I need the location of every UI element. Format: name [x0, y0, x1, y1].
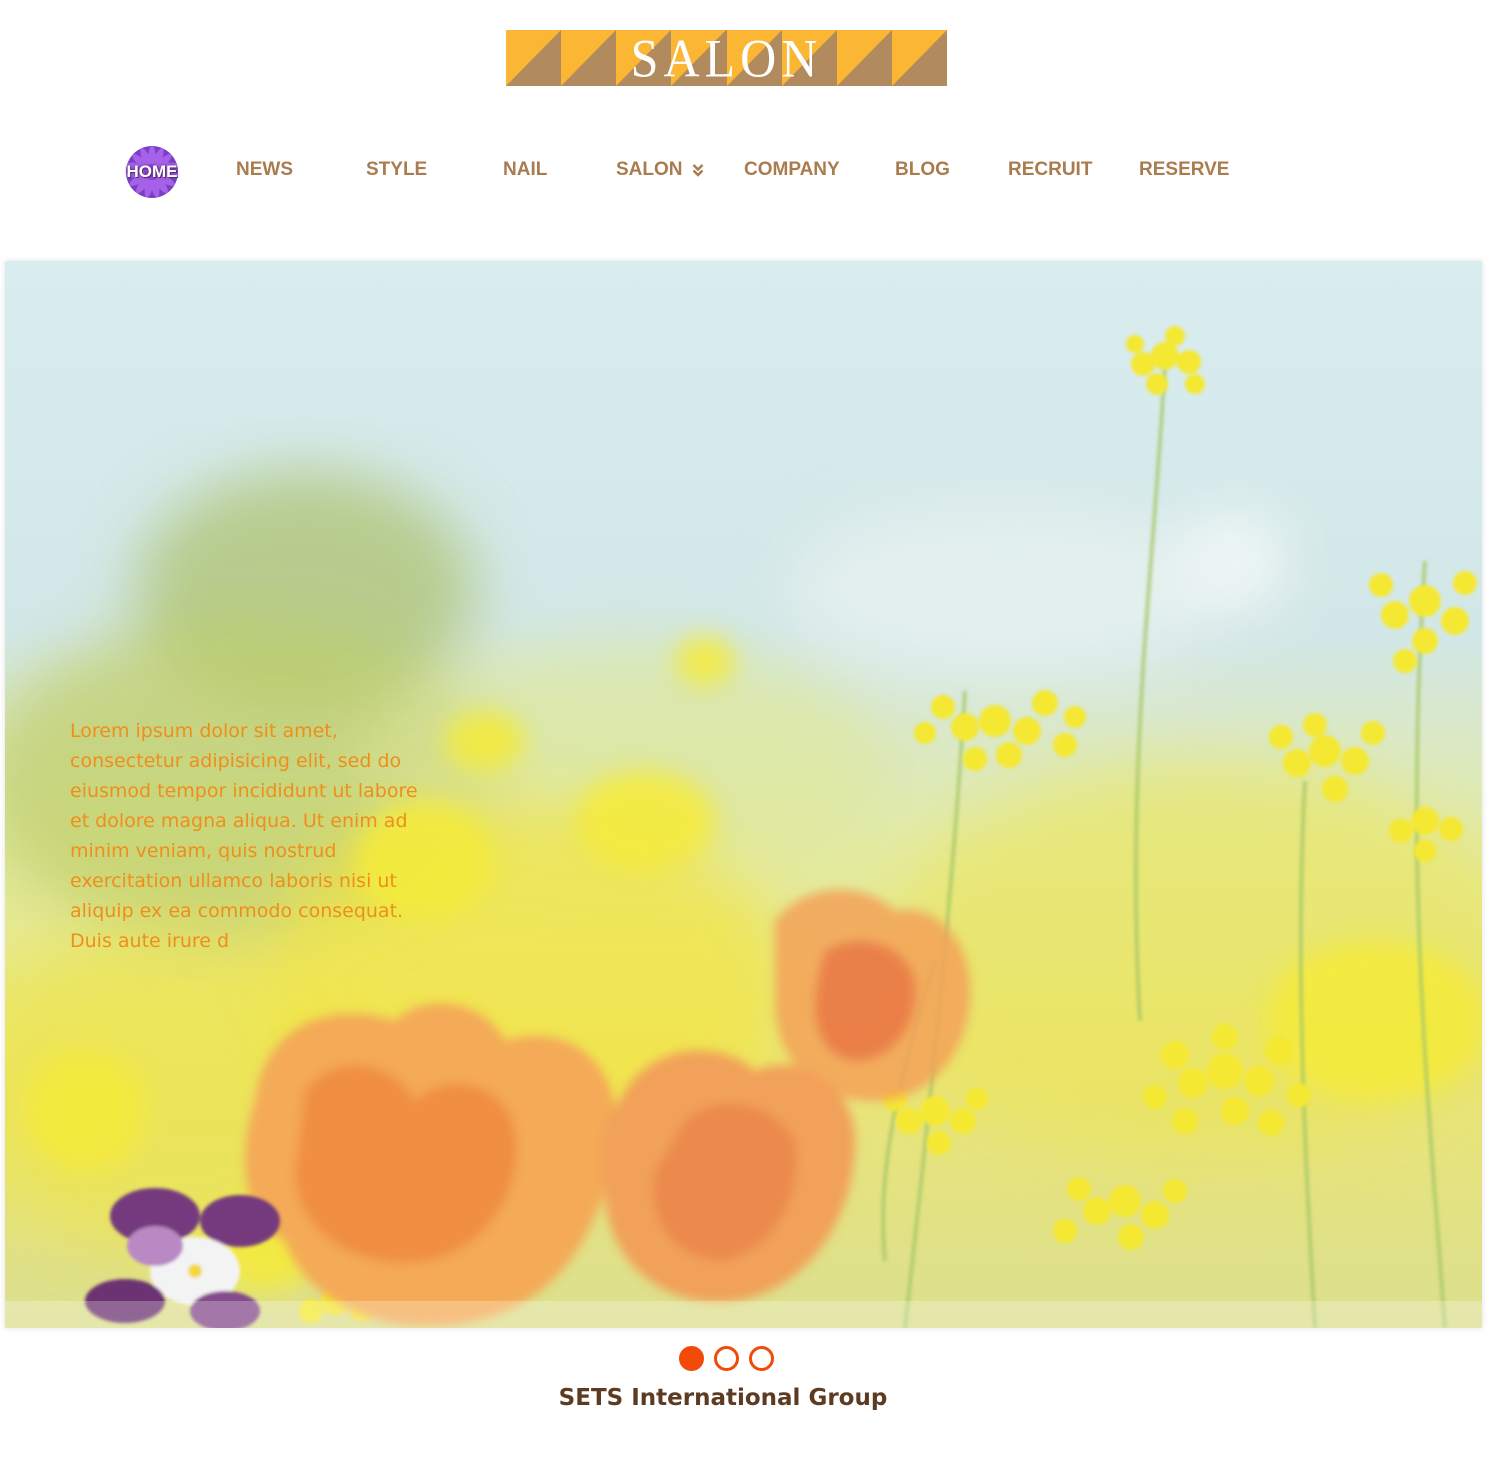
- nav-item-recruit[interactable]: RECRUIT: [1008, 156, 1092, 184]
- nav-item-blog[interactable]: BLOG: [895, 156, 950, 184]
- nav-home-label: HOME: [126, 162, 178, 181]
- slider-dot-2[interactable]: [714, 1346, 739, 1371]
- nav-item-reserve[interactable]: RESERVE: [1139, 156, 1229, 184]
- nav-item-label: STYLE: [366, 159, 428, 180]
- nav-item-label: NEWS: [236, 159, 293, 180]
- slider-pagination: [679, 1346, 774, 1372]
- nav-item-label: COMPANY: [744, 159, 840, 180]
- slider-dot-3[interactable]: [749, 1346, 774, 1371]
- double-chevron-down-icon: [692, 164, 704, 177]
- nav-item-nail[interactable]: NAIL: [503, 156, 547, 184]
- slider-dot-1[interactable]: [679, 1346, 704, 1371]
- hero-caption: Lorem ipsum dolor sit amet, consectetur …: [70, 720, 418, 952]
- company-name: SETS International Group: [558, 1385, 888, 1411]
- site-logo[interactable]: SALON: [506, 30, 947, 86]
- main-nav: HOME NEWS STYLE NAIL SALON COMPANY BLOG …: [0, 140, 1487, 200]
- nav-item-news[interactable]: NEWS: [236, 156, 293, 184]
- hero-slider: Lorem ipsum dolor sit amet, consectetur …: [5, 261, 1482, 1328]
- nav-item-company[interactable]: COMPANY: [744, 156, 840, 184]
- nav-item-label: RECRUIT: [1008, 159, 1093, 180]
- nav-item-home[interactable]: HOME: [121, 143, 183, 201]
- nav-item-label: NAIL: [503, 159, 548, 180]
- logo-text: SALON: [630, 30, 823, 86]
- nav-item-label: RESERVE: [1139, 159, 1230, 180]
- nav-item-style[interactable]: STYLE: [366, 156, 427, 184]
- nav-item-label: SALON: [616, 159, 683, 180]
- nav-item-salon[interactable]: SALON: [616, 156, 704, 184]
- nav-item-label: BLOG: [895, 159, 950, 180]
